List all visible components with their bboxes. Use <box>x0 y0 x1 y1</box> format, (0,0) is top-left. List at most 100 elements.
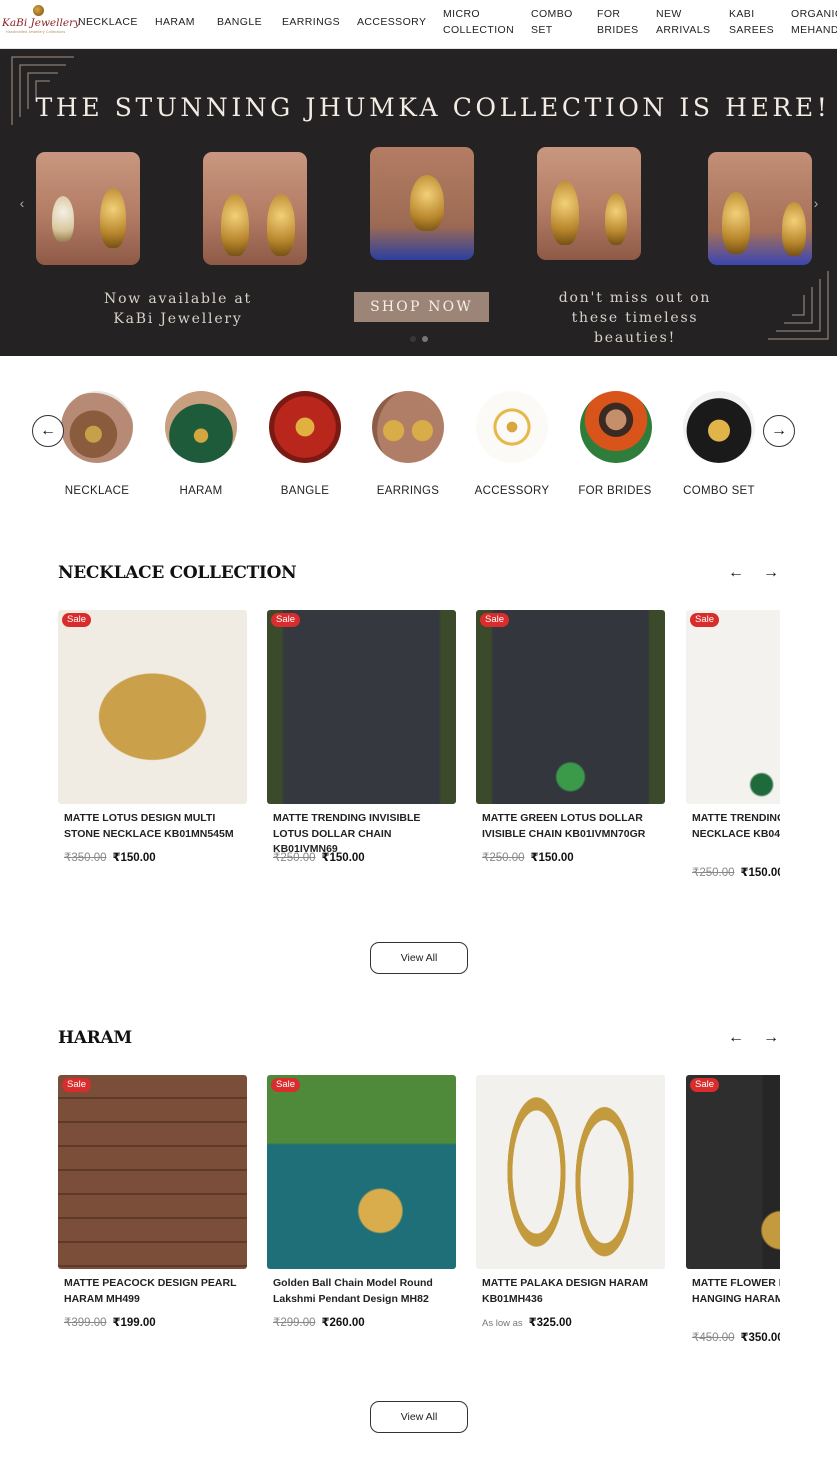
hero-banner[interactable]: THE STUNNING JHUMKA COLLECTION IS HERE! … <box>0 49 837 356</box>
category-image-bangle[interactable] <box>269 391 341 463</box>
jhumka-thumbnail[interactable] <box>203 152 307 265</box>
product-card[interactable]: Sale MATTE FLOWER DESIGN PEARL HANGING H… <box>686 1075 780 1345</box>
haram-prev-button[interactable]: ← <box>725 1027 747 1049</box>
shop-now-button[interactable]: SHOP NOW <box>354 292 489 322</box>
product-card[interactable]: Sale MATTE TRENDING INVISIBLE LOTUS DOLL… <box>267 610 456 880</box>
hero-right-line1: don't miss out on <box>558 290 712 306</box>
product-name[interactable]: MATTE PALAKA DESIGN HARAM KB01MH436 <box>482 1276 662 1307</box>
category-image-necklace[interactable] <box>61 391 133 463</box>
nav-item-kabi-sarees[interactable]: KABI SAREES <box>729 7 774 38</box>
haram-view-all-button[interactable]: View All <box>370 1401 468 1433</box>
product-image[interactable]: Sale <box>476 610 665 804</box>
necklace-prev-button[interactable]: ← <box>725 562 747 584</box>
nav-item-necklace[interactable]: NECKLACE <box>78 15 138 31</box>
product-name[interactable]: MATTE FLOWER DESIGN PEARL HANGING HARAM … <box>692 1276 780 1307</box>
sale-price: ₹325.00 <box>528 1317 572 1329</box>
corner-decoration-icon <box>768 271 829 340</box>
product-card[interactable]: MATTE PALAKA DESIGN HARAM KB01MH436 As l… <box>476 1075 665 1345</box>
jhumka-thumbnail[interactable] <box>36 152 140 265</box>
jhumka-thumbnail[interactable] <box>537 147 641 260</box>
original-price: ₹350.00 <box>64 852 107 864</box>
product-image[interactable]: Sale <box>58 1075 247 1269</box>
hero-title: THE STUNNING JHUMKA COLLECTION IS HERE! <box>35 93 831 122</box>
haram-section-title: HARAM <box>58 1028 132 1048</box>
product-name[interactable]: MATTE TRENDING INVISIBLE NECKLACE KB04IV… <box>692 811 780 842</box>
logo-text: KaBi Jewellery <box>2 17 81 29</box>
category-next-button[interactable]: → <box>763 415 795 447</box>
hero-right-text: don't miss out on these timeless beautie… <box>530 288 740 348</box>
category-label-accessory[interactable]: ACCESSORY <box>457 485 567 497</box>
category-image-haram[interactable] <box>165 391 237 463</box>
slider-dot[interactable] <box>410 336 416 342</box>
hero-prev-button[interactable]: ‹ <box>12 192 32 214</box>
sale-price: ₹150.00 <box>530 852 574 864</box>
sale-badge: Sale <box>690 1078 720 1092</box>
category-label-bangle[interactable]: BANGLE <box>250 485 360 497</box>
category-image-combo-set[interactable] <box>683 391 755 463</box>
product-name[interactable]: Golden Ball Chain Model Round Lakshmi Pe… <box>273 1276 453 1307</box>
product-card[interactable]: Sale MATTE TRENDING INVISIBLE NECKLACE K… <box>686 610 780 880</box>
product-image[interactable]: Sale <box>686 1075 780 1269</box>
sale-price: ₹150.00 <box>740 867 781 879</box>
necklace-section-title: NECKLACE COLLECTION <box>58 563 297 583</box>
category-image-accessory[interactable] <box>476 391 548 463</box>
category-image-earrings[interactable] <box>372 391 444 463</box>
haram-product-carousel: Sale MATTE PEACOCK DESIGN PEARL HARAM MH… <box>58 1075 780 1345</box>
nav-item-organic-mehandi[interactable]: ORGANIC MEHANDI <box>791 7 837 38</box>
original-price: ₹250.00 <box>482 852 525 864</box>
haram-next-button[interactable]: → <box>760 1027 782 1049</box>
product-card[interactable]: Sale MATTE LOTUS DESIGN MULTI STONE NECK… <box>58 610 247 880</box>
arrow-right-icon: → <box>763 1029 779 1046</box>
product-image[interactable]: Sale <box>686 610 780 804</box>
category-label-earrings[interactable]: EARRINGS <box>353 485 463 497</box>
necklace-next-button[interactable]: → <box>760 562 782 584</box>
jhumka-thumbnail[interactable] <box>708 152 812 265</box>
product-price: ₹299.00 ₹260.00 <box>273 1315 365 1329</box>
arrow-right-icon: → <box>771 422 787 439</box>
product-price: ₹450.00 ₹350.00 <box>692 1330 780 1344</box>
nav-item-earrings[interactable]: EARRINGS <box>282 15 340 31</box>
arrow-left-icon: ← <box>40 422 56 439</box>
slider-dot-active[interactable] <box>422 336 428 342</box>
product-name[interactable]: MATTE LOTUS DESIGN MULTI STONE NECKLACE … <box>64 811 244 842</box>
sale-badge: Sale <box>62 1078 92 1092</box>
product-card[interactable]: Sale MATTE PEACOCK DESIGN PEARL HARAM MH… <box>58 1075 247 1345</box>
product-image[interactable]: Sale <box>267 1075 456 1269</box>
jhumka-thumbnail[interactable] <box>370 147 474 260</box>
nav-item-new-arrivals[interactable]: NEW ARRIVALS <box>656 7 710 38</box>
category-label-combo-set[interactable]: COMBO SET <box>664 485 774 497</box>
nav-item-accessory[interactable]: ACCESSORY <box>357 15 426 31</box>
nav-item-combo-set[interactable]: COMBO SET <box>531 7 575 38</box>
sale-badge: Sale <box>480 613 510 627</box>
original-price: ₹399.00 <box>64 1317 107 1329</box>
product-image[interactable]: Sale <box>58 610 247 804</box>
sale-badge: Sale <box>62 613 92 627</box>
necklace-view-all-button[interactable]: View All <box>370 942 468 974</box>
sale-badge: Sale <box>271 613 301 627</box>
product-image[interactable]: Sale <box>267 610 456 804</box>
nav-item-bangle[interactable]: BANGLE <box>217 15 262 31</box>
category-label-for-brides[interactable]: FOR BRIDES <box>560 485 670 497</box>
product-name[interactable]: MATTE GREEN LOTUS DOLLAR IVISIBLE CHAIN … <box>482 811 662 842</box>
category-prev-button[interactable]: ← <box>32 415 64 447</box>
original-price: ₹299.00 <box>273 1317 316 1329</box>
sale-badge: Sale <box>271 1078 301 1092</box>
arrow-right-icon: → <box>763 564 779 581</box>
nav-item-for-brides[interactable]: FOR BRIDES <box>597 7 641 38</box>
original-price: ₹450.00 <box>692 1332 735 1344</box>
nav-item-haram[interactable]: HARAM <box>155 15 195 31</box>
arrow-left-icon: ← <box>728 564 744 581</box>
product-name[interactable]: MATTE PEACOCK DESIGN PEARL HARAM MH499 <box>64 1276 244 1307</box>
chevron-right-icon: › <box>813 195 819 211</box>
hero-left-text: Now available at KaBi Jewellery <box>98 289 258 329</box>
product-image[interactable] <box>476 1075 665 1269</box>
category-image-for-brides[interactable] <box>580 391 652 463</box>
product-card[interactable]: Sale Golden Ball Chain Model Round Laksh… <box>267 1075 456 1345</box>
nav-item-micro-collection[interactable]: MICRO COLLECTION <box>443 7 514 38</box>
product-price: As low as ₹325.00 <box>482 1315 572 1329</box>
category-label-necklace[interactable]: NECKLACE <box>42 485 152 497</box>
category-label-haram[interactable]: HARAM <box>146 485 256 497</box>
as-low-as-label: As low as <box>482 1318 523 1329</box>
brand-logo[interactable]: KaBi Jewellery Handcrafted Jewellery Col… <box>2 4 80 40</box>
product-card[interactable]: Sale MATTE GREEN LOTUS DOLLAR IVISIBLE C… <box>476 610 665 880</box>
